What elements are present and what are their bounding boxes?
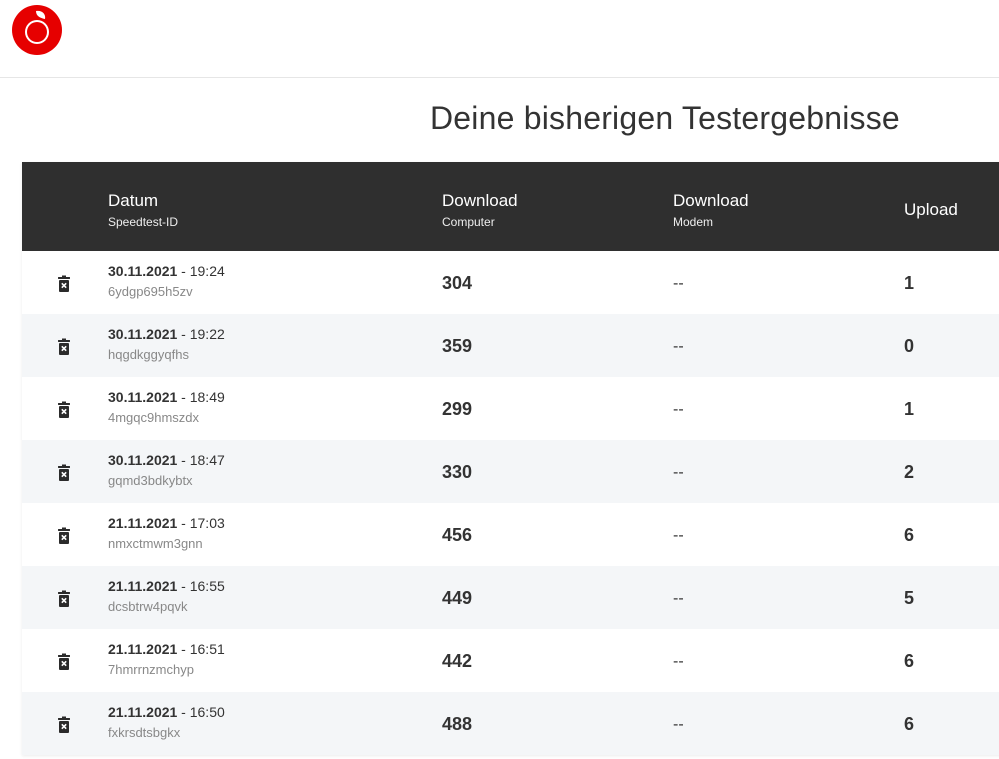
date-cell: 30.11.2021 - 19:22 hqgdkggyqfhs [108,326,225,362]
test-time: - 16:55 [177,578,225,594]
upload-value: 1 [904,399,915,419]
download-computer-value: 299 [442,399,473,419]
date-cell: 30.11.2021 - 18:47 gqmd3bdkybtx [108,452,225,488]
top-bar [0,0,999,78]
upload-value: 2 [904,462,915,482]
speedtest-id: hqgdkggyqfhs [108,347,189,362]
upload-value: 6 [904,714,915,734]
table-row: 30.11.2021 - 18:49 4mgqc9hmszdx 299 -- 1 [22,377,999,440]
test-time: - 19:24 [177,263,225,279]
trash-delete-icon[interactable] [55,590,73,608]
table-row: 21.11.2021 - 16:51 7hmrrnzmchyp 442 -- 6 [22,629,999,692]
upload-value: 5 [904,588,915,608]
download-computer-value: 304 [442,273,473,293]
test-date: 30.11.2021 [108,452,178,468]
speedtest-id: 4mgqc9hmszdx [108,410,200,425]
download-computer-value: 359 [442,336,473,356]
table-row: 30.11.2021 - 19:24 6ydgp695h5zv 304 -- 1 [22,251,999,314]
table-row: 21.11.2021 - 16:50 fxkrsdtsbgkx 488 -- 6 [22,692,999,755]
speedtest-id: dcsbtrw4pqvk [108,599,188,614]
date-cell: 21.11.2021 - 16:50 fxkrsdtsbgkx [108,704,225,740]
date-cell: 30.11.2021 - 19:24 6ydgp695h5zv [108,263,225,299]
download-modem-value: -- [673,338,684,355]
table-row: 30.11.2021 - 19:22 hqgdkggyqfhs 359 -- 0 [22,314,999,377]
speedtest-id: nmxctmwm3gnn [108,536,203,551]
trash-delete-icon[interactable] [55,716,73,734]
table-row: 21.11.2021 - 17:03 nmxctmwm3gnn 456 -- 6 [22,503,999,566]
speedtest-id: 6ydgp695h5zv [108,284,193,299]
download-computer-value: 330 [442,462,473,482]
column-header-download-modem: Download Modem [673,191,749,229]
speedtest-id: 7hmrrnzmchyp [108,662,194,677]
download-computer-value: 442 [442,651,473,671]
date-cell: 21.11.2021 - 16:55 dcsbtrw4pqvk [108,578,225,614]
upload-value: 0 [904,336,915,356]
column-header-download-computer: Download Computer [442,191,518,229]
page-title: Deine bisherigen Testergebnisse [430,100,900,136]
download-modem-value: -- [673,653,684,670]
download-modem-value: -- [673,275,684,292]
upload-value: 6 [904,525,915,545]
download-computer-value: 449 [442,588,473,608]
date-cell: 30.11.2021 - 18:49 4mgqc9hmszdx [108,389,225,425]
date-cell: 21.11.2021 - 16:51 7hmrrnzmchyp [108,641,225,677]
test-time: - 16:51 [177,641,225,657]
download-modem-value: -- [673,590,684,607]
table-body: 30.11.2021 - 19:24 6ydgp695h5zv 304 -- 1… [22,251,999,755]
download-modem-value: -- [673,527,684,544]
upload-value: 1 [904,273,915,293]
test-time: - 18:47 [177,452,225,468]
speedtest-id: fxkrsdtsbgkx [108,725,181,740]
trash-delete-icon[interactable] [55,275,73,293]
download-modem-value: -- [673,716,684,733]
results-table: Datum Speedtest-ID Download Computer Dow… [22,162,999,755]
test-date: 21.11.2021 [108,515,178,531]
trash-delete-icon[interactable] [55,338,73,356]
trash-delete-icon[interactable] [55,401,73,419]
table-row: 21.11.2021 - 16:55 dcsbtrw4pqvk 449 -- 5 [22,566,999,629]
download-modem-value: -- [673,464,684,481]
trash-delete-icon[interactable] [55,527,73,545]
download-modem-value: -- [673,401,684,418]
download-computer-value: 488 [442,714,473,734]
vodafone-logo[interactable] [12,5,62,55]
test-date: 30.11.2021 [108,389,178,405]
test-time: - 18:49 [177,389,225,405]
test-date: 30.11.2021 [108,263,178,279]
trash-delete-icon[interactable] [55,464,73,482]
table-header: Datum Speedtest-ID Download Computer Dow… [22,162,999,251]
upload-value: 6 [904,651,915,671]
table-row: 30.11.2021 - 18:47 gqmd3bdkybtx 330 -- 2 [22,440,999,503]
date-cell: 21.11.2021 - 17:03 nmxctmwm3gnn [108,515,225,551]
test-date: 30.11.2021 [108,326,178,342]
test-time: - 19:22 [177,326,225,342]
test-time: - 17:03 [177,515,225,531]
download-computer-value: 456 [442,525,473,545]
test-time: - 16:50 [177,704,225,720]
speedtest-id: gqmd3bdkybtx [108,473,193,488]
test-date: 21.11.2021 [108,641,178,657]
column-header-upload: Upload [904,200,958,219]
column-header-date: Datum Speedtest-ID [108,191,179,229]
trash-delete-icon[interactable] [55,653,73,671]
test-date: 21.11.2021 [108,578,178,594]
test-date: 21.11.2021 [108,704,178,720]
